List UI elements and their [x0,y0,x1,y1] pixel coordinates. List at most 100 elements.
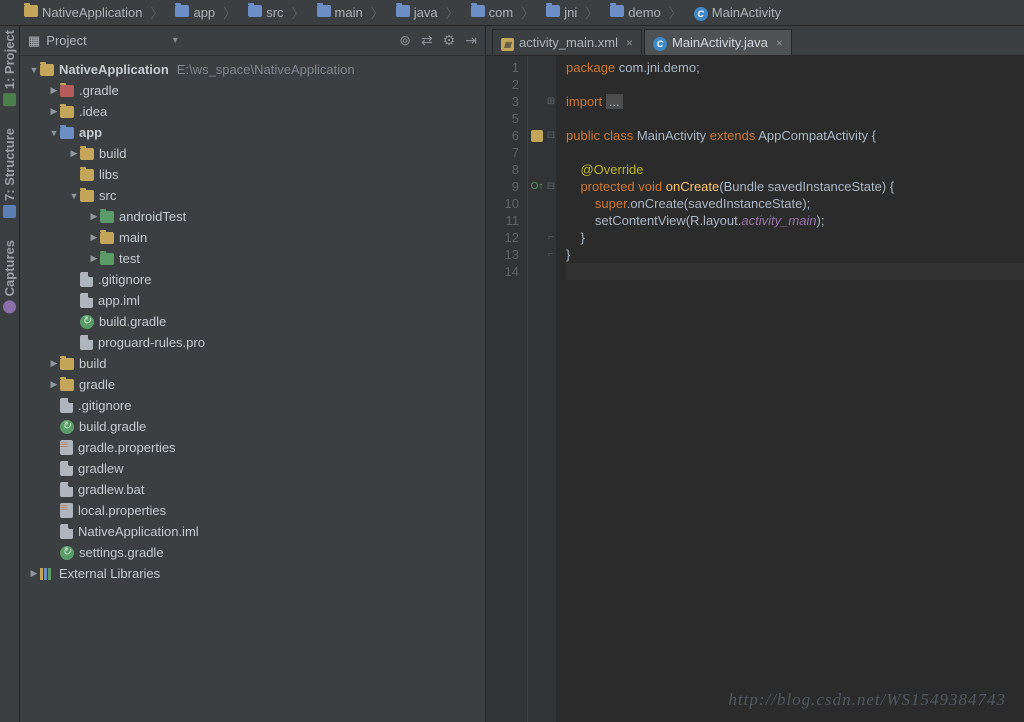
tree-node[interactable]: ▶.gitignore [20,395,485,416]
dropdown-icon[interactable]: ▾ [173,35,178,46]
expand-arrow-icon[interactable]: ▼ [68,191,80,201]
class-marker-icon [531,130,543,142]
gutter-captures[interactable]: Captures [2,240,17,313]
tree-node[interactable]: ▶build.gradle [20,416,485,437]
tree-node[interactable]: ▼ app [20,122,485,143]
file-icon [60,398,73,413]
file-icon [80,293,93,308]
toolbar-button[interactable]: ⇥ [465,32,477,49]
chevron-right-icon: 〉 [223,3,236,22]
folder-icon [610,5,624,20]
expand-arrow-icon[interactable]: ▶ [88,253,100,264]
tree-label: .gitignore [78,398,131,413]
breadcrumb-item[interactable]: app〉 [169,3,242,22]
code-body[interactable]: package com.jni.demo; import ... public … [556,56,1024,722]
tree-node[interactable]: ▼ NativeApplication E:\ws_space\NativeAppl… [20,59,485,80]
folder-icon [248,5,262,20]
gutter-icons: O↑ [528,56,546,722]
tree-node[interactable]: ▶build [20,353,485,374]
code-editor[interactable]: 123567891011121314 O↑ ⊞⊟⊟⌐⌐ package com.… [486,56,1024,722]
breadcrumb-item[interactable]: java〉 [390,3,465,22]
tree-node[interactable]: ▶libs [20,164,485,185]
fold-expand-icon[interactable]: ⊞ [546,93,556,110]
gutter-project[interactable]: 1: Project [2,30,17,106]
tree-label: src [99,188,116,203]
line-number: 13 [486,246,519,263]
expand-arrow-icon[interactable]: ▶ [88,211,100,222]
editor-tab[interactable]: CMainActivity.java× [644,29,792,55]
tree-node[interactable]: ▶gradlew.bat [20,479,485,500]
editor-tabs: ▦activity_main.xml×CMainActivity.java× [486,26,1024,56]
tree-node[interactable]: ▶main [20,227,485,248]
breadcrumb-item[interactable]: NativeApplication〉 [18,3,169,22]
toolbar-button[interactable]: ⊚ [399,32,411,49]
tree-node[interactable]: ▶app.iml [20,290,485,311]
tree-label: .idea [79,104,107,119]
expand-arrow-icon[interactable]: ▶ [48,358,60,369]
toolbar-button[interactable]: ⚙ [443,32,456,49]
expand-arrow-icon[interactable]: ▼ [28,65,40,75]
breadcrumb-item[interactable]: CMainActivity [688,5,787,21]
tree-label: libs [99,167,119,182]
tree-node[interactable]: ▶.gradle [20,80,485,101]
close-icon[interactable]: × [776,36,783,50]
tree-label: NativeApplication.iml [78,524,199,539]
breadcrumb-label: MainActivity [712,5,781,20]
breadcrumb-item[interactable]: demo〉 [604,3,688,22]
expand-arrow-icon[interactable]: ▶ [48,85,60,96]
properties-icon [60,503,73,518]
tree-node[interactable]: ▶ .idea [20,101,485,122]
breadcrumb-item[interactable]: jni〉 [540,3,604,22]
project-view-icon: ▦ [28,33,40,49]
breadcrumb-item[interactable]: com〉 [465,3,541,22]
toolbar-button[interactable]: ⇄ [421,32,433,49]
gutter-structure[interactable]: 7: Structure [2,128,17,218]
tree-node[interactable]: ▶proguard-rules.pro [20,332,485,353]
breadcrumb-item[interactable]: main〉 [311,3,390,22]
breadcrumb-item[interactable]: src 〉 [242,3,310,22]
expand-arrow-icon[interactable]: ▶ [48,106,60,117]
tree-node[interactable]: ▶local.properties [20,500,485,521]
tree-node[interactable]: ▶build.gradle [20,311,485,332]
folder-icon [40,64,54,76]
expand-arrow-icon[interactable]: ▼ [48,128,60,138]
project-view-label[interactable]: Project [46,33,86,48]
tree-node[interactable]: ▼ src [20,185,485,206]
tree-node[interactable]: ▶External Libraries [20,563,485,584]
tree-label: gradle [79,377,115,392]
folder-icon [80,148,94,160]
chevron-right-icon: 〉 [292,3,305,22]
tree-label: app [79,125,102,140]
folder-icon [60,106,74,118]
folder-icon [546,5,560,20]
tree-node[interactable]: ▶NativeApplication.iml [20,521,485,542]
sidebar-header: ▦ Project ▾ ⊚ ⇄ ⚙ ⇥ [20,26,485,56]
breadcrumb-label: main [335,5,363,20]
expand-arrow-icon[interactable]: ▶ [88,232,100,243]
close-icon[interactable]: × [626,36,633,50]
tree-path: E:\ws_space\NativeApplication [177,62,355,77]
tree-node[interactable]: ▶ gradle [20,374,485,395]
tree-label: app.iml [98,293,140,308]
tree-node[interactable]: ▶settings.gradle [20,542,485,563]
editor-tab[interactable]: ▦activity_main.xml× [492,29,642,55]
expand-arrow-icon[interactable]: ▶ [68,148,80,159]
tree-node[interactable]: ▶gradlew [20,458,485,479]
line-number: 8 [486,161,519,178]
tree-label: gradlew.bat [78,482,145,497]
tree-node[interactable]: ▶test [20,248,485,269]
library-icon [40,568,54,580]
tree-node[interactable]: ▶build [20,143,485,164]
file-icon [60,461,73,476]
tree-node[interactable]: ▶ androidTest [20,206,485,227]
file-icon [80,335,93,350]
tab-label: MainActivity.java [672,35,768,50]
expand-arrow-icon[interactable]: ▶ [48,379,60,390]
tree-node[interactable]: ▶gradle.properties [20,437,485,458]
tree-node[interactable]: ▶.gitignore [20,269,485,290]
expand-arrow-icon[interactable]: ▶ [28,568,40,579]
breadcrumb-label: src [266,5,283,20]
override-marker-icon[interactable]: O↑ [531,178,544,195]
tree-label: NativeApplication [59,62,169,77]
tree-label: androidTest [119,209,186,224]
